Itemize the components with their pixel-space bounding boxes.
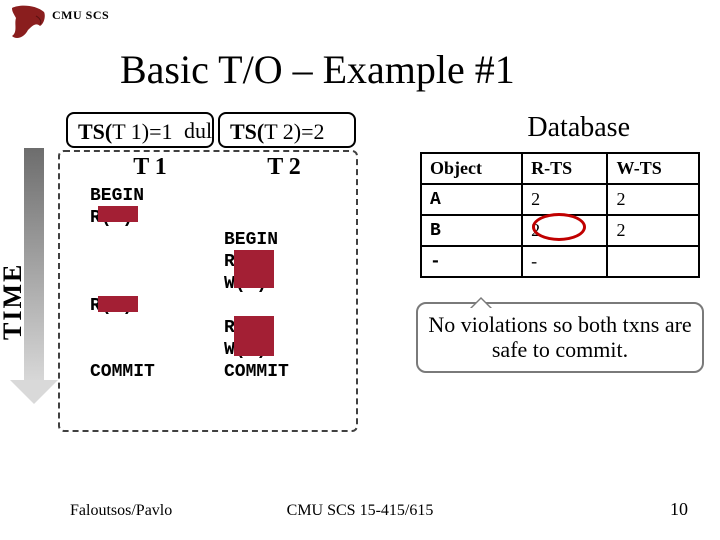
- slide-title: Basic T/O – Example #1: [120, 46, 515, 93]
- database-heading: Database: [527, 112, 630, 144]
- ts-t2-suffix: )=2: [294, 119, 325, 144]
- schedule-col-t2-header: T 2: [224, 154, 344, 181]
- schedule-col-t1-header: T 1: [90, 154, 210, 181]
- db-col-wts: W-TS: [607, 153, 699, 184]
- schedule-box: T 1 BEGIN R(B) R(A) COMMIT T 2 BEGIN R(B…: [58, 150, 358, 432]
- callout-box: No violations so both txns are safe to c…: [416, 302, 704, 373]
- db-cell: -: [522, 246, 607, 277]
- cmu-scs-label: CMU SCS: [52, 8, 109, 23]
- table-row: - -: [421, 246, 699, 277]
- db-cell: B: [421, 215, 522, 246]
- cmu-dragon-logo: [6, 2, 50, 46]
- ts-between-text: dul: [184, 118, 212, 144]
- ts-t2-mid: T 2: [264, 119, 294, 144]
- callout-text: No violations so both txns are safe to c…: [428, 312, 691, 362]
- highlight-oval-icon: [532, 213, 586, 241]
- time-axis-label: TIME: [0, 263, 28, 340]
- table-row: A 2 2: [421, 184, 699, 215]
- db-cell: -: [421, 246, 522, 277]
- op-marker-icon: [98, 296, 138, 312]
- footer-page-number: 10: [670, 499, 688, 520]
- ts-t1-mid: T 1: [112, 119, 142, 144]
- db-cell: 2: [607, 215, 699, 246]
- schedule-col-t1: T 1 BEGIN R(B) R(A) COMMIT: [90, 152, 210, 383]
- db-col-rts: R-TS: [522, 153, 607, 184]
- ts-t2-badge: TS(T 2)=2: [218, 112, 356, 148]
- ts-t2-prefix: TS(: [230, 119, 264, 144]
- ts-t1-prefix: TS(: [78, 119, 112, 144]
- ts-t1-suffix: )=1: [142, 119, 173, 144]
- op-marker-icon: [98, 206, 138, 222]
- db-cell: 2: [607, 184, 699, 215]
- db-cell: A: [421, 184, 522, 215]
- op-marker-icon: [234, 272, 274, 288]
- op-marker-icon: [234, 340, 274, 356]
- footer-course: CMU SCS 15-415/615: [0, 502, 720, 520]
- db-col-object: Object: [421, 153, 522, 184]
- db-cell: [607, 246, 699, 277]
- db-cell: 2: [522, 184, 607, 215]
